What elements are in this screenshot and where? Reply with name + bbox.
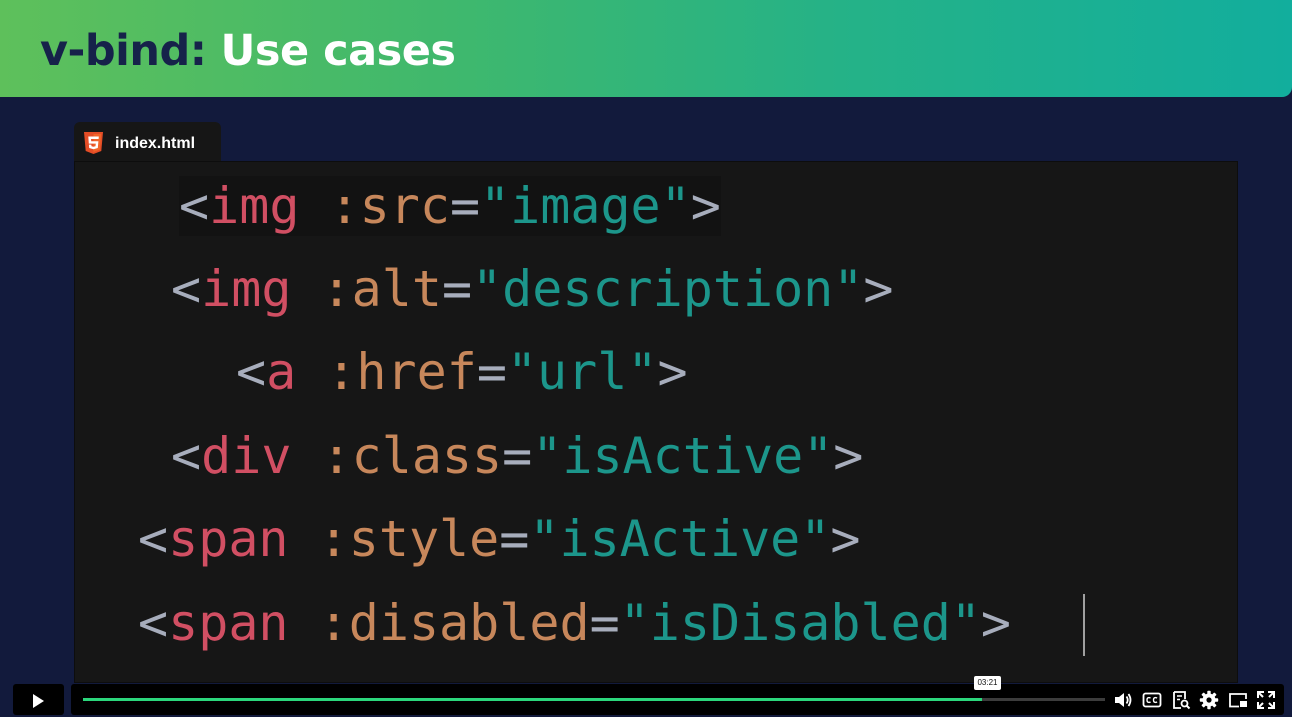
code-token-tag: span [168,510,289,568]
code-token-equals: = [589,594,620,652]
code-token-attribute: :href [296,343,477,401]
code-line-2: <img :alt="description"> [171,259,894,319]
slide-title: v-bind: Use cases [40,22,456,80]
slide-title-keyword: v-bind: [40,26,207,76]
code-token-tag: a [266,343,297,401]
code-editor: <img :src="image"> <img :alt="descriptio… [74,161,1238,683]
code-token-bracket: > [980,594,1012,652]
closed-captions-icon[interactable] [1142,690,1162,710]
progress-bar-fill [83,698,983,701]
code-token-equals: = [499,510,530,568]
file-tab: index.html [74,122,221,162]
video-frame: v-bind: Use cases index.html <img :src="i… [0,0,1292,717]
code-token-bracket: < [138,510,169,568]
code-token-value: "image" [480,177,691,235]
volume-icon[interactable] [1113,690,1133,710]
code-token-bracket: < [138,594,169,652]
video-player-controls: 03:21 [13,676,1284,715]
player-controls-bar: 03:21 [71,676,1284,715]
code-token-tag: div [201,427,292,485]
settings-gear-icon[interactable] [1199,690,1219,710]
picture-in-picture-icon[interactable] [1228,690,1248,710]
code-token-attribute: :class [291,427,503,485]
text-cursor [1083,594,1085,656]
code-token-tag: span [168,594,289,652]
code-line-6: <span :disabled="isDisabled"> [138,593,1011,653]
code-token-tag: img [209,177,300,235]
code-line-3: <a :href="url"> [236,342,688,402]
code-token-attribute: :style [288,510,500,568]
code-token-tag: img [201,260,292,318]
code-token-bracket: < [179,177,210,235]
code-token-value: "isActive" [532,427,834,485]
code-token-attribute: :disabled [288,594,590,652]
timestamp-tooltip: 03:21 [974,676,1001,690]
code-token-attribute: :src [299,177,450,235]
progress-bar[interactable] [83,698,1105,701]
code-token-bracket: > [833,427,864,485]
file-tab-label: index.html [115,135,196,152]
code-line-5: <span :style="isActive"> [138,509,861,569]
code-token-value: "description" [472,260,864,318]
code-token-equals: = [449,177,481,235]
code-token-equals: = [476,343,507,401]
code-token-equals: = [441,260,473,318]
code-token-bracket: < [171,260,202,318]
code-line-1: <img :src="image"> [179,176,721,236]
transcript-icon[interactable] [1171,690,1191,710]
code-token-bracket: > [657,343,688,401]
code-line-4: <div :class="isActive"> [171,426,863,486]
code-token-equals: = [502,427,533,485]
fullscreen-icon[interactable] [1256,690,1276,710]
code-token-bracket: > [690,177,721,235]
code-token-attribute: :alt [291,260,442,318]
slide-title-banner: v-bind: Use cases [0,0,1292,97]
code-token-bracket: < [171,427,202,485]
code-token-value: "isActive" [529,510,831,568]
code-token-value: "isDisabled" [619,594,981,652]
code-token-bracket: > [863,260,894,318]
slide-title-subtitle: Use cases [220,26,456,76]
html5-icon [84,132,103,154]
code-token-bracket: > [830,510,861,568]
code-token-value: "url" [506,343,658,401]
play-button[interactable] [13,684,64,715]
code-token-bracket: < [236,343,267,401]
play-icon [32,693,45,708]
